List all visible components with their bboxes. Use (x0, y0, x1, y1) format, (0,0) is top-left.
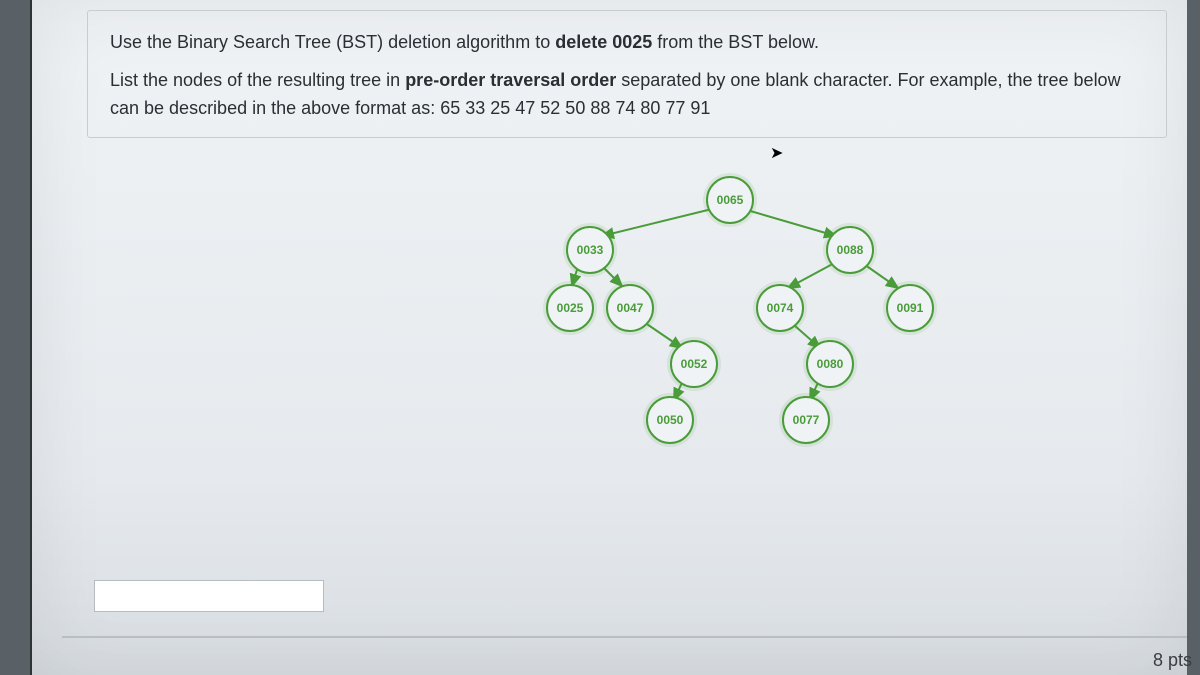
points-label: 8 pts (1153, 650, 1192, 671)
question-text: Use the Binary Search Tree (BST) deletio… (110, 29, 1144, 123)
node-0052: 0052 (670, 340, 718, 388)
q-line1-bold: delete 0025 (555, 32, 652, 52)
node-0033: 0033 (566, 226, 614, 274)
node-0074: 0074 (756, 284, 804, 332)
question-panel: Use the Binary Search Tree (BST) deletio… (30, 0, 1187, 675)
node-0047: 0047 (606, 284, 654, 332)
node-0091: 0091 (886, 284, 934, 332)
q-line2-pre: List the nodes of the resulting tree in (110, 70, 405, 90)
q-line1-post: from the BST below. (652, 32, 819, 52)
node-0050: 0050 (646, 396, 694, 444)
node-0065: 0065 (706, 176, 754, 224)
q-line1-pre: Use the Binary Search Tree (BST) deletio… (110, 32, 555, 52)
node-0077: 0077 (782, 396, 830, 444)
q-line2-bold: pre-order traversal order (405, 70, 616, 90)
divider (62, 636, 1187, 638)
node-0025: 0025 (546, 284, 594, 332)
node-0080: 0080 (806, 340, 854, 388)
node-0088: 0088 (826, 226, 874, 274)
bst-diagram: 0065 0033 0088 0025 0047 0074 0091 0052 … (88, 166, 1200, 466)
answer-input[interactable] (94, 580, 324, 612)
question-box: Use the Binary Search Tree (BST) deletio… (87, 10, 1167, 138)
